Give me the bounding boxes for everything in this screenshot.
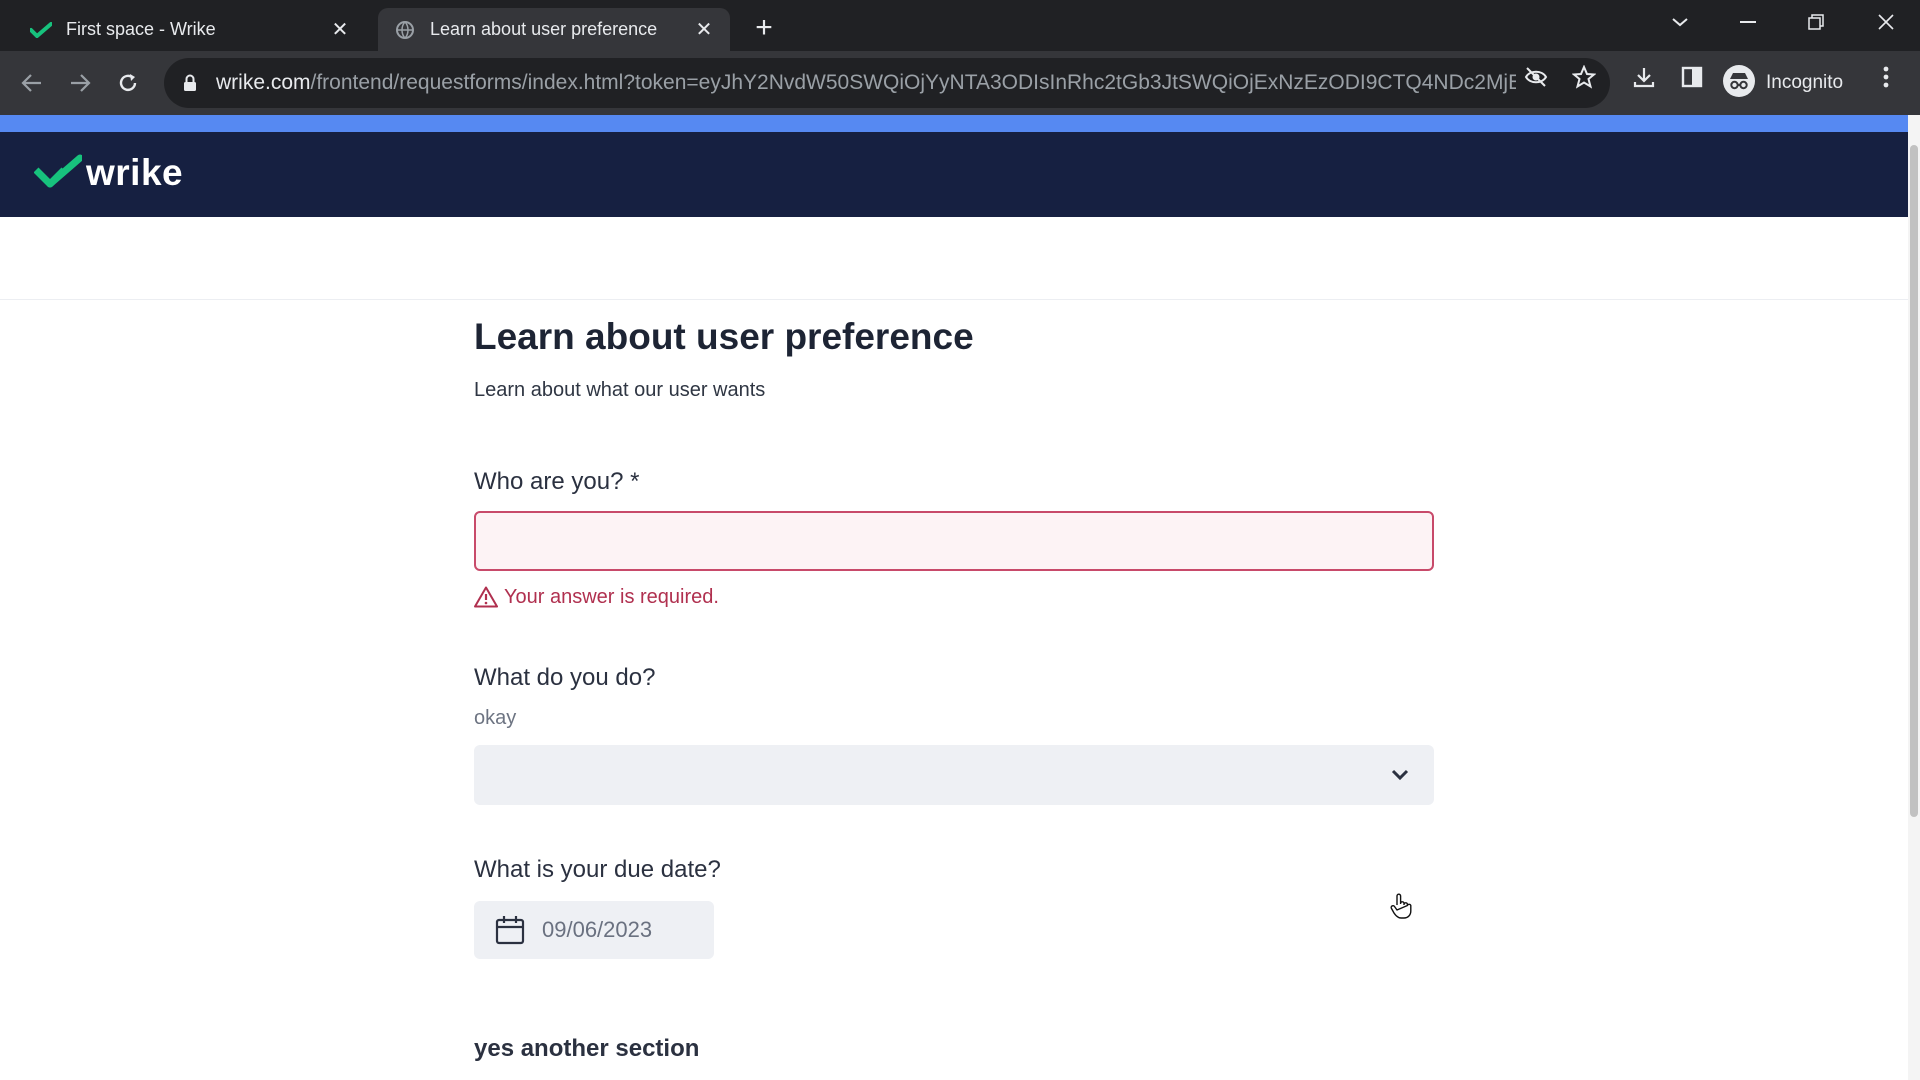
wrike-wordmark: wrike xyxy=(86,152,184,193)
what-do-you-do-select[interactable] xyxy=(474,745,1434,805)
close-window-icon[interactable] xyxy=(1856,0,1916,44)
due-date-value: 09/06/2023 xyxy=(542,917,653,942)
page-content: wrike Learn about user preference Learn … xyxy=(0,115,1920,1080)
tab-first-space[interactable]: First space - Wrike ✕ xyxy=(14,8,366,51)
incognito-badge[interactable]: Incognito xyxy=(1722,59,1850,107)
side-panel-icon[interactable] xyxy=(1678,63,1706,91)
reload-icon[interactable] xyxy=(110,65,146,101)
restore-icon[interactable] xyxy=(1786,0,1846,44)
wrike-check-icon xyxy=(30,19,52,41)
scrollbar-thumb[interactable] xyxy=(1910,145,1918,817)
close-tab-icon[interactable]: ✕ xyxy=(690,16,718,44)
more-menu-icon[interactable] xyxy=(1872,63,1900,91)
question-label-what: What do you do? xyxy=(474,664,656,691)
close-tab-icon[interactable]: ✕ xyxy=(326,16,354,44)
who-are-you-input[interactable] xyxy=(474,511,1434,571)
lock-icon[interactable] xyxy=(180,73,200,93)
header-divider xyxy=(0,299,1908,300)
error-text: Your answer is required. xyxy=(504,585,719,608)
tab-title: First space - Wrike xyxy=(66,19,216,39)
question-description-what: okay xyxy=(474,707,517,729)
validation-error: Your answer is required. xyxy=(474,585,719,609)
incognito-label: Incognito xyxy=(1766,72,1844,93)
wrike-logo[interactable]: wrike xyxy=(33,152,184,194)
question-label-who: Who are you? * xyxy=(474,468,640,495)
warning-icon xyxy=(474,586,498,608)
browser-tab-strip: First space - Wrike ✕ Learn about user p… xyxy=(0,0,1920,51)
wrike-check-icon xyxy=(33,154,84,193)
section-heading: yes another section xyxy=(474,1035,700,1062)
back-icon[interactable] xyxy=(14,65,50,101)
new-tab-icon[interactable]: + xyxy=(748,11,780,44)
brand-header: wrike xyxy=(0,132,1908,217)
form-title: Learn about user preference xyxy=(474,316,974,357)
due-date-picker[interactable]: 09/06/2023 xyxy=(474,901,714,959)
hand-cursor-icon xyxy=(1390,893,1412,919)
calendar-icon xyxy=(495,916,525,945)
incognito-icon xyxy=(1722,64,1756,103)
globe-icon xyxy=(394,19,416,41)
minimize-icon[interactable] xyxy=(1718,0,1778,44)
page-scrollbar[interactable] xyxy=(1908,115,1920,1080)
forward-icon[interactable] xyxy=(62,65,98,101)
top-banner xyxy=(0,115,1908,132)
browser-toolbar: wrike.com/frontend/requestforms/index.ht… xyxy=(0,51,1920,115)
form-description: Learn about what our user wants xyxy=(474,379,766,401)
url-text[interactable]: wrike.com/frontend/requestforms/index.ht… xyxy=(216,71,1516,95)
chevron-down-icon[interactable] xyxy=(1388,763,1412,787)
download-icon[interactable] xyxy=(1630,63,1658,91)
eye-off-icon[interactable] xyxy=(1522,63,1550,91)
tab-title: Learn about user preference xyxy=(430,19,658,39)
tab-search-icon[interactable] xyxy=(1650,0,1710,44)
tab-learn-about-user-preference[interactable]: Learn about user preference ✕ xyxy=(378,8,730,51)
star-icon[interactable] xyxy=(1570,63,1598,91)
question-label-due: What is your due date? xyxy=(474,856,721,883)
address-bar[interactable]: wrike.com/frontend/requestforms/index.ht… xyxy=(164,58,1610,108)
